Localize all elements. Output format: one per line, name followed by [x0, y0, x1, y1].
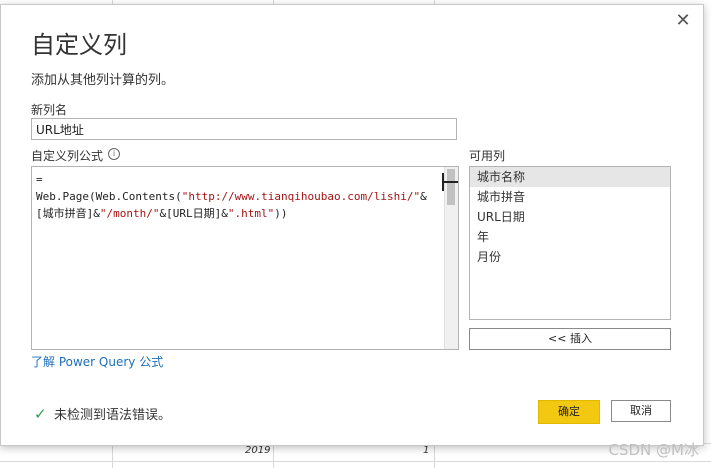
new-column-label: 新列名: [31, 103, 68, 117]
watermark: CSDN @M冰: [608, 441, 699, 459]
scroll-thumb[interactable]: [447, 169, 455, 205]
available-column-item[interactable]: 城市名称: [470, 167, 670, 187]
custom-column-dialog: ✕ 自定义列 添加从其他列计算的列。 新列名 自定义列公式 i = Web.Pa…: [0, 4, 704, 446]
available-column-item[interactable]: 月份: [470, 247, 670, 267]
insert-button[interactable]: << 插入: [469, 328, 671, 350]
formula-text[interactable]: = Web.Page(Web.Contents("http://www.tian…: [36, 171, 436, 222]
bg-cell-year: 2019: [245, 445, 271, 456]
available-column-item[interactable]: 城市拼音: [470, 187, 670, 207]
dialog-description: 添加从其他列计算的列。: [31, 73, 175, 88]
formula-editor[interactable]: = Web.Page(Web.Contents("http://www.tian…: [31, 166, 459, 350]
dialog-title: 自定义列: [31, 31, 127, 59]
available-columns-label: 可用列: [469, 149, 506, 163]
bg-cell-value: 1: [423, 445, 430, 456]
status-text: 未检测到语法错误。: [54, 408, 172, 423]
formula-scrollbar[interactable]: [444, 167, 458, 349]
info-icon[interactable]: i: [108, 148, 120, 160]
syntax-status: ✓ 未检测到语法错误。: [34, 404, 171, 423]
check-icon: ✓: [34, 405, 47, 423]
close-button[interactable]: ✕: [673, 11, 693, 31]
available-column-item[interactable]: URL日期: [470, 207, 670, 227]
new-column-name-input[interactable]: [31, 118, 457, 140]
cancel-button[interactable]: 取消: [611, 400, 671, 422]
learn-power-query-link[interactable]: 了解 Power Query 公式: [31, 353, 163, 370]
text-cursor-bar: [442, 181, 458, 183]
ok-button[interactable]: 确定: [538, 400, 600, 424]
available-column-item[interactable]: 年: [470, 227, 670, 247]
formula-label: 自定义列公式: [31, 149, 104, 163]
available-columns-list[interactable]: 城市名称 城市拼音 URL日期 年 月份: [469, 166, 671, 320]
